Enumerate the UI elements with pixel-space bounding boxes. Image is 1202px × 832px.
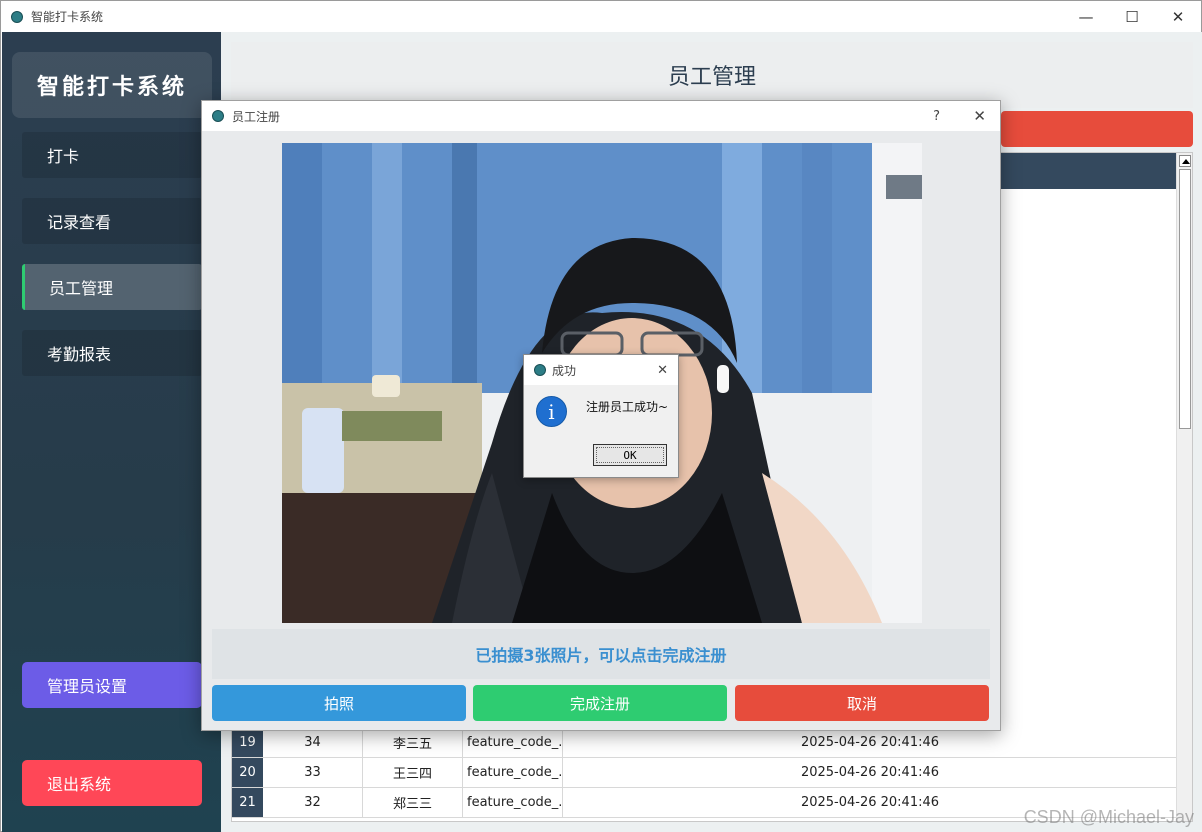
admin-settings-button[interactable]: 管理员设置: [22, 662, 202, 708]
table-row[interactable]: 20 33 王三四 feature_code_... 2025-04-26 20…: [232, 758, 1177, 788]
app-icon: [534, 364, 546, 376]
sidebar-item-reports[interactable]: 考勤报表: [22, 330, 202, 376]
sidebar-item-records[interactable]: 记录查看: [22, 198, 202, 244]
app-icon: [212, 110, 224, 122]
cell-id: 33: [263, 758, 363, 787]
capture-status: 已拍摄3张照片，可以点击完成注册: [212, 629, 990, 679]
row-number: 20: [232, 758, 263, 787]
row-number: 19: [232, 728, 263, 757]
cell-feature: feature_code_...: [463, 758, 563, 787]
close-button[interactable]: ✕: [1155, 1, 1201, 32]
cell-time: 2025-04-26 20:41:46: [800, 765, 940, 780]
capture-button[interactable]: 拍照: [212, 685, 466, 721]
page-title: 员工管理: [231, 42, 1193, 108]
watermark: CSDN @Michael-Jay: [1023, 807, 1194, 827]
vertical-scrollbar[interactable]: [1176, 153, 1192, 821]
delete-employee-button[interactable]: [1001, 111, 1193, 147]
help-button[interactable]: ?: [933, 109, 940, 124]
brand-logo: 智能打卡系统: [12, 52, 212, 118]
minimize-button[interactable]: —: [1063, 1, 1109, 32]
scroll-up-arrow-icon[interactable]: [1179, 155, 1191, 167]
cell-name: 李三五: [363, 728, 463, 757]
table-row[interactable]: 19 34 李三五 feature_code_... 2025-04-26 20…: [232, 728, 1177, 758]
message-title: 成功: [552, 363, 577, 378]
sidebar-item-punch[interactable]: 打卡: [22, 132, 202, 178]
window-title: 智能打卡系统: [31, 10, 104, 24]
cell-id: 32: [263, 788, 363, 817]
message-close-button[interactable]: ✕: [657, 363, 668, 378]
sidebar-item-employees[interactable]: 员工管理: [22, 264, 202, 310]
title-bar[interactable]: 智能打卡系统 — ☐ ✕: [1, 1, 1201, 32]
dialog-close-button[interactable]: ✕: [973, 107, 986, 125]
message-text: 注册员工成功~: [586, 400, 669, 414]
app-icon: [11, 10, 23, 23]
cell-name: 王三四: [363, 758, 463, 787]
row-number: 21: [232, 788, 263, 817]
dialog-title: 员工注册: [232, 109, 281, 124]
window-controls: — ☐ ✕: [1063, 1, 1201, 32]
dialog-title-bar[interactable]: 员工注册 ? ✕: [202, 101, 1000, 131]
sidebar: 智能打卡系统 打卡 记录查看 员工管理 考勤报表 管理员设置 退出系统: [2, 32, 221, 832]
scroll-thumb[interactable]: [1179, 169, 1191, 429]
info-icon: i: [536, 396, 567, 427]
cell-id: 34: [263, 728, 363, 757]
cell-feature: feature_code_...: [463, 728, 563, 757]
message-title-bar[interactable]: 成功 ✕: [524, 355, 678, 385]
cell-name: 郑三三: [363, 788, 463, 817]
finish-registration-button[interactable]: 完成注册: [473, 685, 727, 721]
success-message-box: 成功 ✕ i 注册员工成功~ OK: [523, 354, 679, 478]
cancel-button[interactable]: 取消: [735, 685, 989, 721]
maximize-button[interactable]: ☐: [1109, 1, 1155, 32]
exit-button[interactable]: 退出系统: [22, 760, 202, 806]
cell-feature: feature_code_...: [463, 788, 563, 817]
ok-button[interactable]: OK: [593, 444, 667, 466]
cell-time: 2025-04-26 20:41:46: [800, 735, 940, 750]
